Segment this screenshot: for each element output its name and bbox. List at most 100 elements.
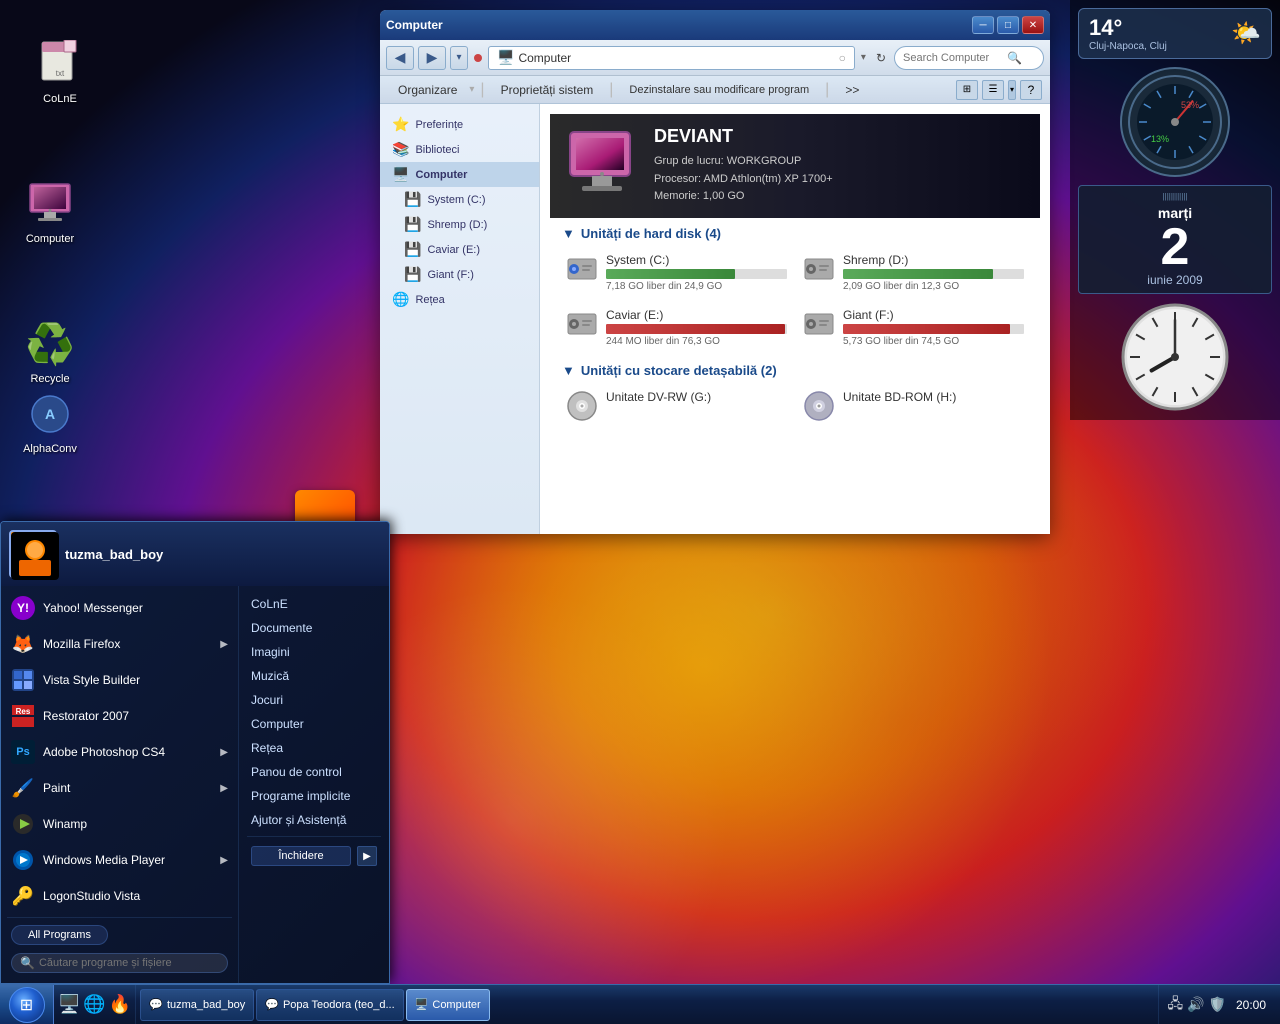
shutdown-button[interactable]: Închidere [251, 846, 351, 866]
right-item-colne[interactable]: CoLnE [239, 592, 389, 616]
search-icon: 🔍 [1007, 51, 1022, 65]
sidebar-network-label: Rețea [415, 294, 444, 306]
drive-shremp-d[interactable]: Shremp (D:) 2,09 GO liber din 12,3 GO [799, 249, 1028, 296]
ql-ie[interactable]: 🌐 [83, 994, 105, 1015]
colne-icon: txt [36, 40, 84, 88]
forward-button[interactable]: ▶ [418, 46, 446, 70]
right-item-jocuri[interactable]: Jocuri [239, 688, 389, 712]
right-item-panou[interactable]: Panou de control [239, 760, 389, 784]
sidebar-giant-f[interactable]: 💾 Giant (F:) [380, 262, 539, 287]
right-item-retea[interactable]: Rețea [239, 736, 389, 760]
logonstudio-label: LogonStudio Vista [43, 889, 140, 903]
menu-item-restorator[interactable]: Res Restorator 2007 [1, 698, 238, 734]
drive-bdrom-h[interactable]: Unitate BD-ROM (H:) [799, 386, 1028, 433]
view-dropdown[interactable]: ▾ [1008, 80, 1016, 100]
calendar-widget[interactable]: |||||||||||| marți 2 iunie 2009 [1078, 185, 1272, 294]
start-button[interactable] [0, 985, 54, 1024]
sidebar-shremp-d[interactable]: 💾 Shremp (D:) [380, 212, 539, 237]
explorer-titlebar: Computer ─ □ ✕ [380, 10, 1050, 40]
temperature: 14° [1089, 15, 1167, 41]
drive-f-icon [803, 308, 835, 347]
drive-giant-f[interactable]: Giant (F:) 5,73 GO liber din 74,5 GO [799, 304, 1028, 351]
start-search-icon: 🔍 [20, 956, 35, 970]
close-button[interactable]: ✕ [1022, 16, 1044, 34]
addr-dropdown[interactable]: ▾ [859, 52, 868, 63]
drive-caviar-e[interactable]: Caviar (E:) 244 MO liber din 76,3 GO [562, 304, 791, 351]
desktop-icon-recycle[interactable]: ♻️ Recycle [10, 320, 90, 386]
sidebar-network[interactable]: 🌐 Rețea [380, 287, 539, 312]
back-button[interactable]: ◀ [386, 46, 414, 70]
view-btn-1[interactable]: ⊞ [956, 80, 978, 100]
location: Cluj-Napoca, Cluj [1089, 41, 1167, 52]
drive-e-free: 244 MO liber din 76,3 GO [606, 336, 787, 347]
hard-disks-header[interactable]: ▼ Unități de hard disk (4) [562, 226, 1028, 241]
drive-c-name: System (C:) [606, 253, 787, 267]
taskbar-computer[interactable]: 🖥️ Computer [406, 989, 490, 1021]
logonstudio-icon: 🔑 [11, 884, 35, 908]
menu-item-logonstudio[interactable]: 🔑 LogonStudio Vista [1, 878, 238, 914]
tray-time[interactable]: 20:00 [1230, 998, 1272, 1012]
view-btn-2[interactable]: ☰ [982, 80, 1004, 100]
desktop-icon-alphaconv[interactable]: A AlphaConv [10, 390, 90, 456]
sidebar-giant-f-label: Giant (F:) [427, 269, 473, 281]
system-props-menu[interactable]: Proprietăți sistem [491, 81, 604, 99]
menu-item-wmp[interactable]: Windows Media Player ▶ [1, 842, 238, 878]
menu-item-vista-style[interactable]: Vista Style Builder [1, 662, 238, 698]
taskbar-computer-label: Computer [432, 999, 480, 1011]
address-bar[interactable]: 🖥️ Computer ○ [488, 46, 855, 70]
right-item-documente[interactable]: Documente [239, 616, 389, 640]
photoshop-icon: Ps [11, 740, 35, 764]
giant-f-icon: 💾 [404, 266, 421, 283]
shutdown-arrow[interactable]: ▶ [357, 846, 377, 866]
sidebar-computer[interactable]: 🖥️ Computer [380, 162, 539, 187]
organize-menu[interactable]: Organizare [388, 81, 467, 99]
drive-dvdrw-g[interactable]: Unitate DV-RW (G:) [562, 386, 791, 433]
ql-app[interactable]: 🔥 [109, 994, 131, 1015]
sidebar-caviar-e[interactable]: 💾 Caviar (E:) [380, 237, 539, 262]
taskbar-yahoo[interactable]: 💬 tuzma_bad_boy [140, 989, 254, 1021]
removable-header[interactable]: ▼ Unități cu stocare detașabilă (2) [562, 363, 1028, 378]
ql-show-desktop[interactable]: 🖥️ [58, 994, 80, 1015]
desktop-icon-colne[interactable]: txt CoLnE [20, 40, 100, 106]
uninstall-menu[interactable]: Dezinstalare sau modificare program [619, 82, 819, 98]
taskbar-popa[interactable]: 💬 Popa Teodora (teo_d... [256, 989, 403, 1021]
svg-text:A: A [45, 406, 55, 422]
tray-network-icon[interactable]: 🖧 [1167, 993, 1183, 1017]
minimize-button[interactable]: ─ [972, 16, 994, 34]
menu-item-paint[interactable]: 🖌️ Paint ▶ [1, 770, 238, 806]
all-programs-button[interactable]: All Programs [11, 925, 108, 945]
processor-text: Procesor: AMD Athlon(tm) XP 1700+ [654, 171, 833, 189]
start-search-bar[interactable]: 🔍 [11, 953, 228, 973]
search-input[interactable] [903, 52, 1003, 64]
right-item-ajutor[interactable]: Ajutor și Asistență [239, 808, 389, 832]
more-menu[interactable]: >> [835, 81, 869, 99]
menu-item-photoshop[interactable]: Ps Adobe Photoshop CS4 ▶ [1, 734, 238, 770]
right-item-imagini[interactable]: Imagini [239, 640, 389, 664]
drive-c-free: 7,18 GO liber din 24,9 GO [606, 281, 787, 292]
tray-security-icon[interactable]: 🛡️ [1209, 996, 1226, 1013]
menu-item-yahoo[interactable]: Y! Yahoo! Messenger [1, 590, 238, 626]
menu-item-firefox[interactable]: 🦊 Mozilla Firefox ▶ [1, 626, 238, 662]
wmp-icon [11, 848, 35, 872]
refresh-btn[interactable]: ↻ [872, 51, 890, 65]
right-item-muzica[interactable]: Muzică [239, 664, 389, 688]
sidebar-system-c[interactable]: 💾 System (C:) [380, 187, 539, 212]
colne-label: CoLnE [40, 92, 80, 106]
dropdown-button[interactable]: ▾ [450, 46, 468, 70]
help-btn[interactable]: ? [1020, 80, 1042, 100]
menu-item-winamp[interactable]: Winamp [1, 806, 238, 842]
sidebar-libraries[interactable]: 📚 Biblioteci [380, 137, 539, 162]
maximize-button[interactable]: □ [997, 16, 1019, 34]
taskbar-items: 💬 tuzma_bad_boy 💬 Popa Teodora (teo_d...… [136, 985, 1158, 1024]
search-box[interactable]: 🔍 [894, 46, 1044, 70]
sidebar-favorites[interactable]: ⭐ Preferințe [380, 112, 539, 137]
weather-widget[interactable]: 14° Cluj-Napoca, Cluj 🌤️ [1078, 8, 1272, 59]
drive-e-bar-container [606, 324, 787, 334]
start-search-input[interactable] [39, 957, 199, 969]
tray-volume-icon[interactable]: 🔊 [1187, 996, 1204, 1013]
desktop-icon-computer[interactable]: Computer [10, 180, 90, 246]
right-item-computer[interactable]: Computer [239, 712, 389, 736]
drive-system-c[interactable]: System (C:) 7,18 GO liber din 24,9 GO [562, 249, 791, 296]
right-item-programe[interactable]: Programe implicite [239, 784, 389, 808]
removable-drives-grid: Unitate DV-RW (G:) [562, 386, 1028, 433]
